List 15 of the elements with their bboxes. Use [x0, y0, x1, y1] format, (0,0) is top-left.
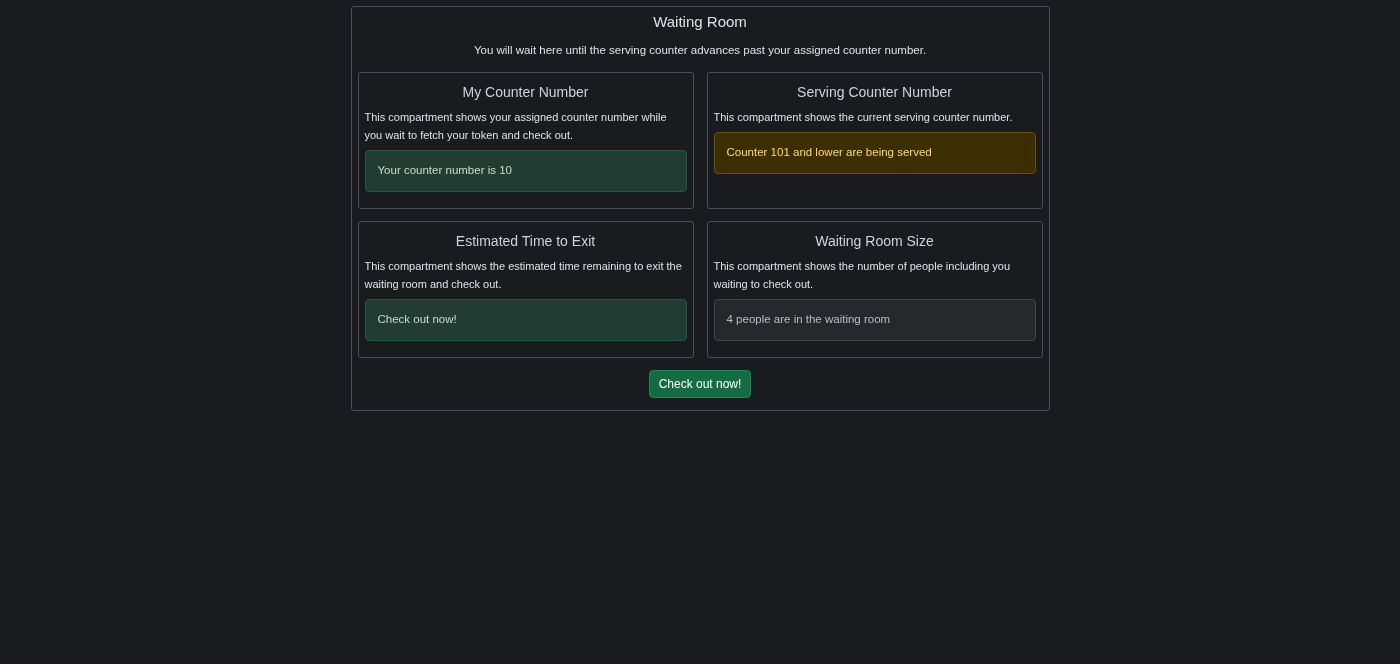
card-description: This compartment shows your assigned counter number while you wait to fetch your token and check out.	[364, 109, 668, 143]
card-title: Estimated Time to Exit	[454, 231, 597, 251]
card-description: This compartment shows the estimated time remaining to exit the waiting room and check out.	[364, 258, 683, 292]
card-description: This compartment shows the current serving counter number.	[713, 109, 1014, 125]
card-title: Waiting Room Size	[814, 231, 935, 251]
panel-title: Waiting Room	[653, 12, 747, 32]
status-alert: Your counter number is 10	[364, 149, 687, 192]
check-out-button[interactable]: Check out now!	[648, 369, 752, 398]
card-title: Serving Counter Number	[796, 82, 953, 102]
card-title: My Counter Number	[461, 82, 590, 102]
status-alert: Check out now!	[364, 298, 687, 341]
status-alert: 4 people are in the waiting room	[713, 298, 1036, 341]
panel-subtitle: You will wait here until the serving counter advances past your assigned counter number.	[473, 42, 927, 58]
card-description: This compartment shows the number of people including you waiting to check out.	[713, 258, 1012, 292]
status-alert: Counter 101 and lower are being served	[713, 131, 1036, 174]
